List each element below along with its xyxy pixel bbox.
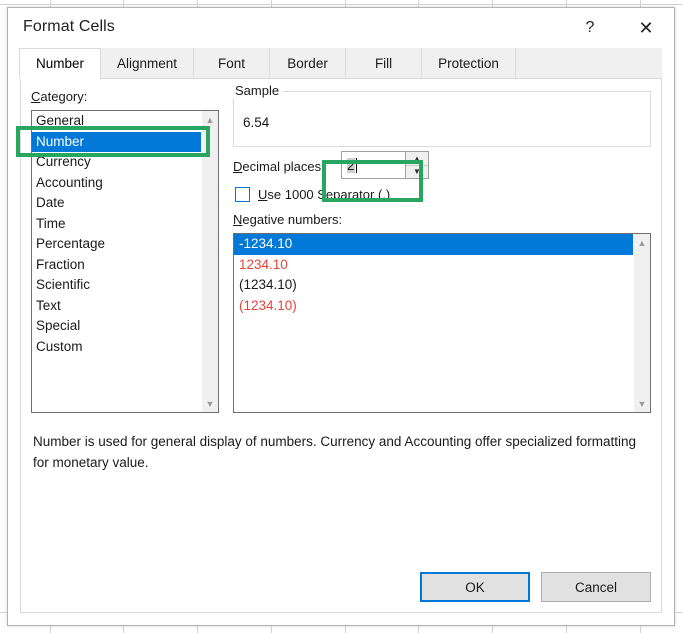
ok-button[interactable]: OK xyxy=(420,572,530,602)
sample-label: Sample xyxy=(231,83,284,98)
category-item-text[interactable]: Text xyxy=(32,296,201,317)
category-item-general[interactable]: General xyxy=(32,111,201,132)
spinner-up-icon[interactable]: ▲ xyxy=(406,152,428,165)
thousand-separator-label: Use 1000 Separator (,) xyxy=(258,187,391,202)
cancel-button[interactable]: Cancel xyxy=(541,572,651,602)
category-description: Number is used for general display of nu… xyxy=(33,434,637,470)
tab-fill[interactable]: Fill xyxy=(346,48,423,78)
negative-option-parentheses-red[interactable]: (1234.10) xyxy=(234,296,633,317)
category-item-special[interactable]: Special xyxy=(32,316,201,337)
category-item-accounting[interactable]: Accounting xyxy=(32,173,201,194)
decimal-places-input[interactable]: 2 xyxy=(342,152,405,178)
category-item-date[interactable]: Date xyxy=(32,193,201,214)
sample-value: 6.54 xyxy=(243,115,270,130)
decimal-places-label: Decimal places: xyxy=(233,159,325,174)
category-item-percentage[interactable]: Percentage xyxy=(32,234,201,255)
tab-font[interactable]: Font xyxy=(194,48,271,78)
tab-protection[interactable]: Protection xyxy=(422,48,516,78)
negative-numbers-items: -1234.10 1234.10 (1234.10) (1234.10) xyxy=(234,234,633,412)
tab-filler xyxy=(515,48,662,78)
category-item-time[interactable]: Time xyxy=(32,214,201,235)
scroll-up-arrow-icon[interactable]: ▲ xyxy=(634,234,650,251)
format-cells-dialog: Format Cells ? ✕ Number Alignment Font B… xyxy=(7,7,675,626)
dialog-title: Format Cells xyxy=(23,18,115,35)
negative-option-minus[interactable]: -1234.10 xyxy=(234,234,633,255)
text-caret xyxy=(355,157,357,173)
grid-line-horizontal xyxy=(0,4,683,5)
thousand-separator-checkbox[interactable] xyxy=(235,187,250,202)
category-label: Category: xyxy=(31,89,88,104)
negative-numbers-label: Negative numbers: xyxy=(233,212,343,227)
dialog-titlebar: Format Cells ? ✕ xyxy=(8,8,674,48)
category-item-fraction[interactable]: Fraction xyxy=(32,255,201,276)
close-icon[interactable]: ✕ xyxy=(624,8,668,48)
negative-numbers-scrollbar[interactable]: ▲ ▼ xyxy=(633,234,650,412)
tab-border[interactable]: Border xyxy=(270,48,347,78)
spinner-down-icon[interactable]: ▼ xyxy=(406,164,428,178)
dialog-footer: OK Cancel xyxy=(420,572,651,602)
tab-bar: Number Alignment Font Border Fill Protec… xyxy=(19,48,662,79)
decimal-places-spinner[interactable]: 2 ▲ ▼ xyxy=(341,151,429,179)
category-scrollbar[interactable]: ▲ ▼ xyxy=(201,111,218,412)
scroll-down-arrow-icon[interactable]: ▼ xyxy=(202,395,218,412)
sample-groupbox xyxy=(233,91,651,147)
category-item-scientific[interactable]: Scientific xyxy=(32,275,201,296)
category-items: General Number Currency Accounting Date … xyxy=(32,111,201,412)
category-listbox[interactable]: General Number Currency Accounting Date … xyxy=(31,110,219,413)
tab-number[interactable]: Number xyxy=(19,48,102,79)
thousand-separator-row[interactable]: Use 1000 Separator (,) xyxy=(235,187,390,202)
scroll-down-arrow-icon[interactable]: ▼ xyxy=(634,395,650,412)
tab-alignment[interactable]: Alignment xyxy=(101,48,195,78)
negative-option-parentheses[interactable]: (1234.10) xyxy=(234,275,633,296)
decimal-places-value: 2 xyxy=(347,157,355,173)
category-item-currency[interactable]: Currency xyxy=(32,152,201,173)
scroll-up-arrow-icon[interactable]: ▲ xyxy=(202,111,218,128)
spin-buttons: ▲ ▼ xyxy=(405,152,428,178)
category-item-number[interactable]: Number xyxy=(32,131,201,152)
help-icon[interactable]: ? xyxy=(568,8,612,48)
negative-numbers-listbox[interactable]: -1234.10 1234.10 (1234.10) (1234.10) ▲ ▼ xyxy=(233,233,651,413)
category-item-custom[interactable]: Custom xyxy=(32,337,201,358)
negative-option-red[interactable]: 1234.10 xyxy=(234,255,633,276)
number-tab-panel: Category: General Number Currency Accoun… xyxy=(20,79,662,613)
